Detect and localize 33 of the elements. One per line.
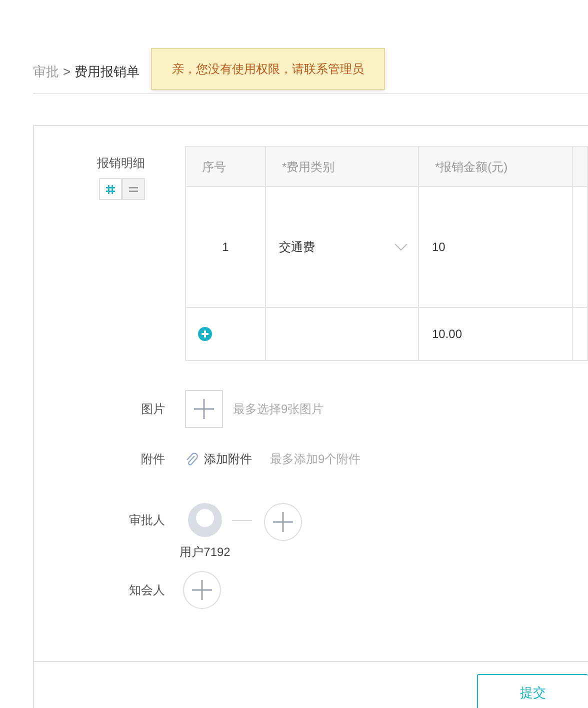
field-label: 图片 (141, 401, 165, 418)
column-header: 序号 (186, 147, 266, 186)
total-amount: 10.00 (419, 308, 573, 360)
column-header: *报销金额(元) (419, 147, 573, 186)
view-toggle[interactable] (122, 178, 145, 200)
breadcrumb-current: 费用报销单 (74, 63, 140, 81)
breadcrumb-separator: > (63, 63, 71, 81)
field-label: 知会人 (129, 582, 165, 599)
add-attachment-link[interactable]: 添加附件 (204, 450, 252, 468)
chevron-down-icon (394, 243, 408, 251)
approver-name: 用户7192 (180, 544, 230, 561)
field-label: 附件 (141, 451, 165, 468)
table-cell: 1 (186, 187, 266, 307)
list-icon (129, 184, 138, 194)
field-label: 审批人 (129, 512, 165, 529)
plus-icon (273, 512, 293, 532)
plus-icon (192, 580, 212, 600)
grid-icon (106, 184, 115, 194)
add-image-button[interactable] (185, 390, 223, 428)
avatar-icon (188, 503, 222, 537)
plus-icon (194, 399, 214, 419)
toast-message: 亲，您没有使用权限，请联系管理员 (151, 48, 385, 90)
add-approver-button[interactable] (264, 503, 302, 541)
column-header: *费用类别 (266, 147, 419, 186)
hint-text: 最多选择9张图片 (233, 401, 324, 418)
amount-field[interactable]: 10 (419, 187, 573, 307)
add-cc-button[interactable] (183, 571, 221, 609)
paperclip-icon (185, 451, 198, 467)
hint-text: 最多添加9个附件 (270, 451, 361, 468)
field-label: 报销明细 (97, 155, 145, 172)
add-row-icon[interactable] (198, 327, 212, 341)
category-select[interactable]: 交通费 (266, 187, 419, 307)
view-toggle[interactable] (99, 178, 122, 200)
